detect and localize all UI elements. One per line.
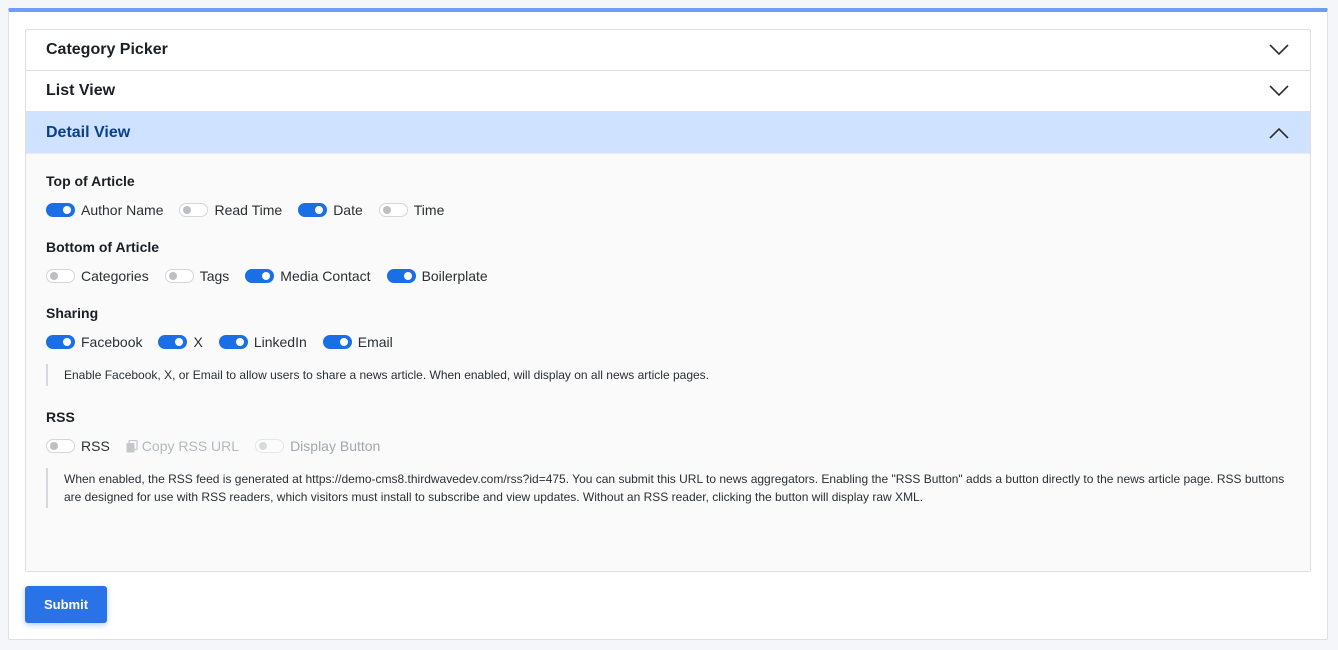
toggle-linkedin[interactable]: LinkedIn	[218, 334, 307, 350]
toggle-switch	[378, 203, 408, 217]
toggle-row: Author Name Read Time Date Time	[46, 200, 1290, 220]
toggle-boilerplate[interactable]: Boilerplate	[386, 268, 488, 284]
toggle-categories[interactable]: Categories	[46, 268, 149, 284]
toggle-label: X	[193, 334, 203, 350]
accordion-title: Category Picker	[46, 41, 168, 58]
accordion-header-list-view[interactable]: List View	[26, 71, 1310, 112]
accordion-header-category-picker[interactable]: Category Picker	[26, 30, 1310, 71]
settings-card: Category Picker List View Detail View To…	[8, 8, 1328, 640]
copy-rss-url-button[interactable]: Copy RSS URL	[126, 438, 239, 454]
toggle-label: Media Contact	[280, 268, 371, 284]
copy-rss-url-label: Copy RSS URL	[141, 438, 240, 454]
toggle-label: LinkedIn	[253, 334, 307, 350]
toggle-label: Display Button	[290, 438, 381, 454]
section-top-of-article: Top of Article Author Name Read Time Date T…	[46, 172, 1290, 220]
toggle-facebook[interactable]: Facebook	[46, 334, 142, 350]
display-button-toggle[interactable]: Display Button	[255, 438, 380, 454]
toggle-label: RSS	[81, 438, 110, 454]
toggle-label: Email	[357, 334, 393, 350]
rss-row: RSS Copy RSS URL Display Button	[46, 436, 1290, 456]
toggle-media-contact[interactable]: Media Contact	[245, 268, 371, 284]
copy-icon	[126, 439, 138, 452]
toggle-switch	[179, 203, 209, 217]
chevron-down-icon	[1269, 85, 1289, 97]
rss-toggle[interactable]: RSS	[46, 438, 110, 454]
rss-note: When enabled, the RSS feed is generated …	[46, 468, 1290, 508]
toggle-email[interactable]: Email	[322, 334, 393, 350]
toggle-read-time[interactable]: Read Time	[179, 202, 282, 218]
toggle-row: Categories Tags Media Contact Boilerplate	[46, 266, 1290, 286]
accordion-title: Detail View	[46, 123, 131, 141]
toggle-label: Tags	[199, 268, 230, 284]
toggle-tags[interactable]: Tags	[164, 268, 230, 284]
toggle-switch	[158, 335, 188, 349]
accordion: Category Picker List View Detail View To…	[25, 29, 1311, 572]
toggle-label: Time	[413, 202, 445, 218]
toggle-switch	[46, 203, 75, 217]
section-title: Bottom of Article	[46, 239, 160, 255]
toggle-switch	[218, 335, 248, 349]
section-bottom-of-article: Bottom of Article Categories Tags Media Co…	[46, 238, 1290, 286]
chevron-down-icon	[1269, 44, 1289, 56]
section-title: RSS	[46, 409, 75, 425]
submit-button[interactable]: Submit	[25, 586, 107, 623]
toggle-switch	[386, 269, 416, 283]
toggle-label: Author Name	[81, 202, 164, 218]
section-sharing: Sharing Facebook X LinkedIn Email Enable Fa…	[46, 304, 1290, 386]
detail-view-body: Top of Article Author Name Read Time Date T…	[26, 153, 1310, 571]
toggle-time[interactable]: Time	[378, 202, 445, 218]
toggle-switch	[322, 335, 352, 349]
toggle-label: Facebook	[81, 334, 143, 350]
toggle-label: Categories	[81, 268, 149, 284]
section-title: Top of Article	[46, 173, 135, 189]
toggle-label: Read Time	[214, 202, 283, 218]
chevron-up-icon	[1269, 127, 1289, 139]
toggle-x[interactable]: X	[158, 334, 203, 350]
toggle-author-name[interactable]: Author Name	[46, 202, 163, 218]
toggle-label: Boilerplate	[421, 268, 488, 284]
sharing-note: Enable Facebook, X, or Email to allow us…	[46, 364, 1290, 386]
toggle-label: Date	[333, 202, 363, 218]
toggle-switch	[46, 439, 75, 453]
toggle-date[interactable]: Date	[298, 202, 363, 218]
toggle-switch	[255, 439, 285, 453]
toggle-switch	[298, 203, 328, 217]
accordion-header-detail-view[interactable]: Detail View	[26, 112, 1310, 153]
toggle-switch	[46, 335, 75, 349]
section-title: Sharing	[46, 305, 99, 321]
section-rss: RSS RSS Copy RSS URL Display Button When…	[46, 408, 1290, 508]
toggle-row: Facebook X LinkedIn Email	[46, 332, 1290, 352]
toggle-switch	[46, 269, 75, 283]
toggle-switch	[164, 269, 194, 283]
accordion-title: List View	[46, 82, 116, 99]
toggle-switch	[245, 269, 275, 283]
